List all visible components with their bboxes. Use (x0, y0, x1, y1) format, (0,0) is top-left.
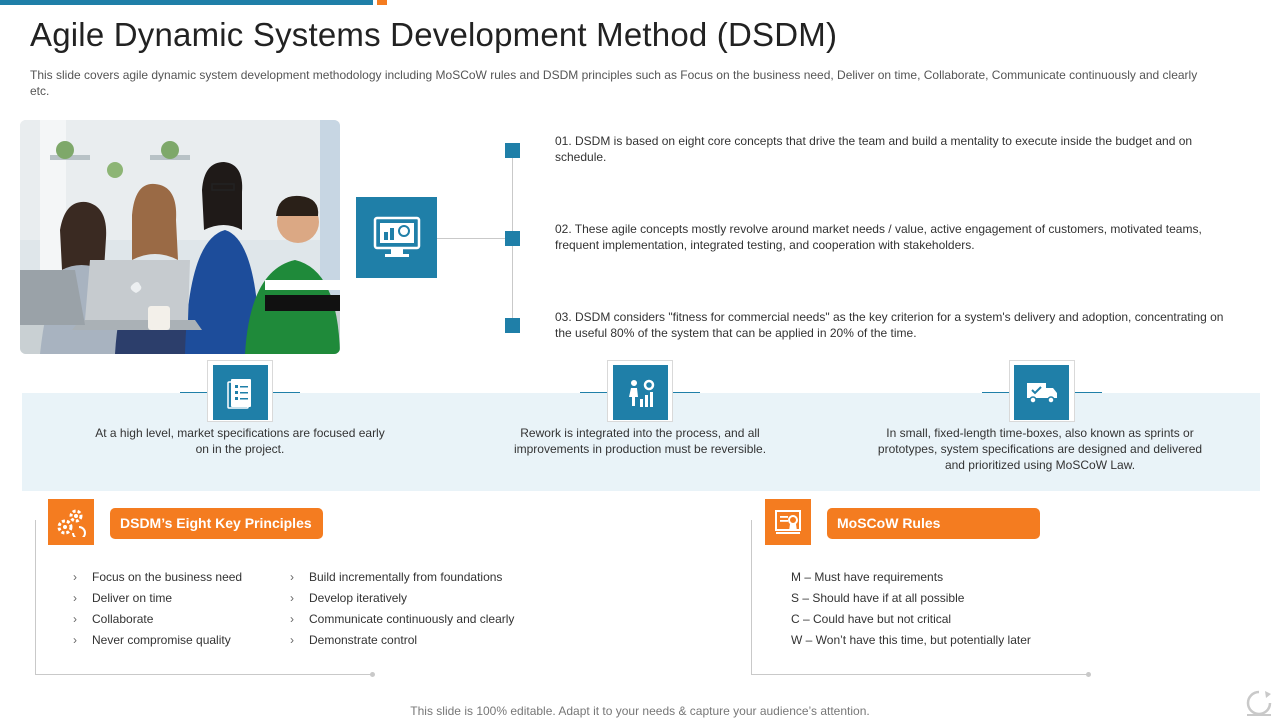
feature-text: Rework is integrated into the process, a… (513, 426, 767, 456)
principle-label: Demonstrate control (309, 633, 418, 647)
frame-end-dot (1086, 672, 1091, 677)
document-checklist-icon (213, 365, 268, 420)
chevron-right-icon: › (290, 612, 294, 626)
section-frame-line (751, 674, 1088, 675)
chevron-right-icon: › (290, 570, 294, 584)
list-item: › Collaborate (73, 611, 242, 632)
point-text: 01. DSDM is based on eight core concepts… (555, 134, 1193, 164)
list-item: › Never compromise quality (73, 632, 242, 653)
gears-icon (48, 499, 94, 545)
list-item: › Develop iteratively (290, 590, 514, 611)
top-accent-bar-blue (0, 0, 373, 5)
list-item: › Build incrementally from foundations (290, 569, 514, 590)
point-text: 03. DSDM considers "fitness for commerci… (555, 310, 1224, 340)
list-item: M – Must have requirements (791, 570, 944, 584)
worker-gear-chart-icon (613, 365, 668, 420)
list-item: › Focus on the business need (73, 569, 242, 590)
chevron-right-icon: › (290, 591, 294, 605)
moscow-list: M – Must have requirements S – Should ha… (791, 569, 1031, 653)
chevron-right-icon: › (73, 591, 77, 605)
principles-heading: DSDM’s Eight Key Principles (110, 508, 323, 539)
principle-label: Deliver on time (92, 591, 173, 605)
feature-text: At a high level, market specifications a… (95, 426, 385, 456)
point-text: 02. These agile concepts mostly revolve … (555, 222, 1202, 252)
principles-list-left: › Focus on the business need › Deliver on … (73, 569, 242, 653)
monitor-gear-icon (356, 197, 437, 278)
list-item: W – Won’t have this time, but potentiall… (791, 633, 1031, 647)
principles-list-right: › Build incrementally from foundations › D… (290, 569, 514, 653)
slide-footer: This slide is 100% editable. Adapt it to… (410, 704, 870, 718)
frame-end-dot (370, 672, 375, 677)
slide-title: Agile Dynamic Systems Development Method… (30, 16, 838, 53)
team-photo (20, 120, 340, 354)
chevron-right-icon: › (290, 633, 294, 647)
principle-label: Develop iteratively (309, 591, 408, 605)
top-accent-bar-orange (377, 0, 387, 5)
chevron-right-icon: › (73, 570, 77, 584)
list-item: › Deliver on time (73, 590, 242, 611)
point-marker (505, 231, 520, 246)
section-frame-line (35, 674, 372, 675)
principle-label: Communicate continuously and clearly (309, 612, 515, 626)
list-item: S – Should have if at all possible (791, 591, 965, 605)
connector-line (437, 238, 505, 239)
moscow-heading: MoSCoW Rules (827, 508, 1040, 539)
principle-label: Focus on the business need (92, 570, 243, 584)
list-item: › Communicate continuously and clearly (290, 611, 514, 632)
list-item: C – Could have but not critical (791, 612, 952, 626)
list-item: › Demonstrate control (290, 632, 514, 653)
section-frame-line (751, 520, 752, 674)
chevron-right-icon: › (73, 633, 77, 647)
refresh-logo-icon (1243, 688, 1275, 718)
principle-label: Never compromise quality (92, 633, 231, 647)
section-frame-line (35, 520, 36, 674)
principle-label: Collaborate (92, 612, 154, 626)
principle-label: Build incrementally from foundations (309, 570, 503, 584)
point-marker (505, 143, 520, 158)
feature-text: In small, fixed-length time-boxes, also … (877, 426, 1203, 472)
slide-subtitle: This slide covers agile dynamic system d… (30, 68, 1198, 98)
certificate-icon (765, 499, 811, 545)
point-marker (505, 318, 520, 333)
delivery-truck-icon (1014, 365, 1069, 420)
chevron-right-icon: › (73, 612, 77, 626)
